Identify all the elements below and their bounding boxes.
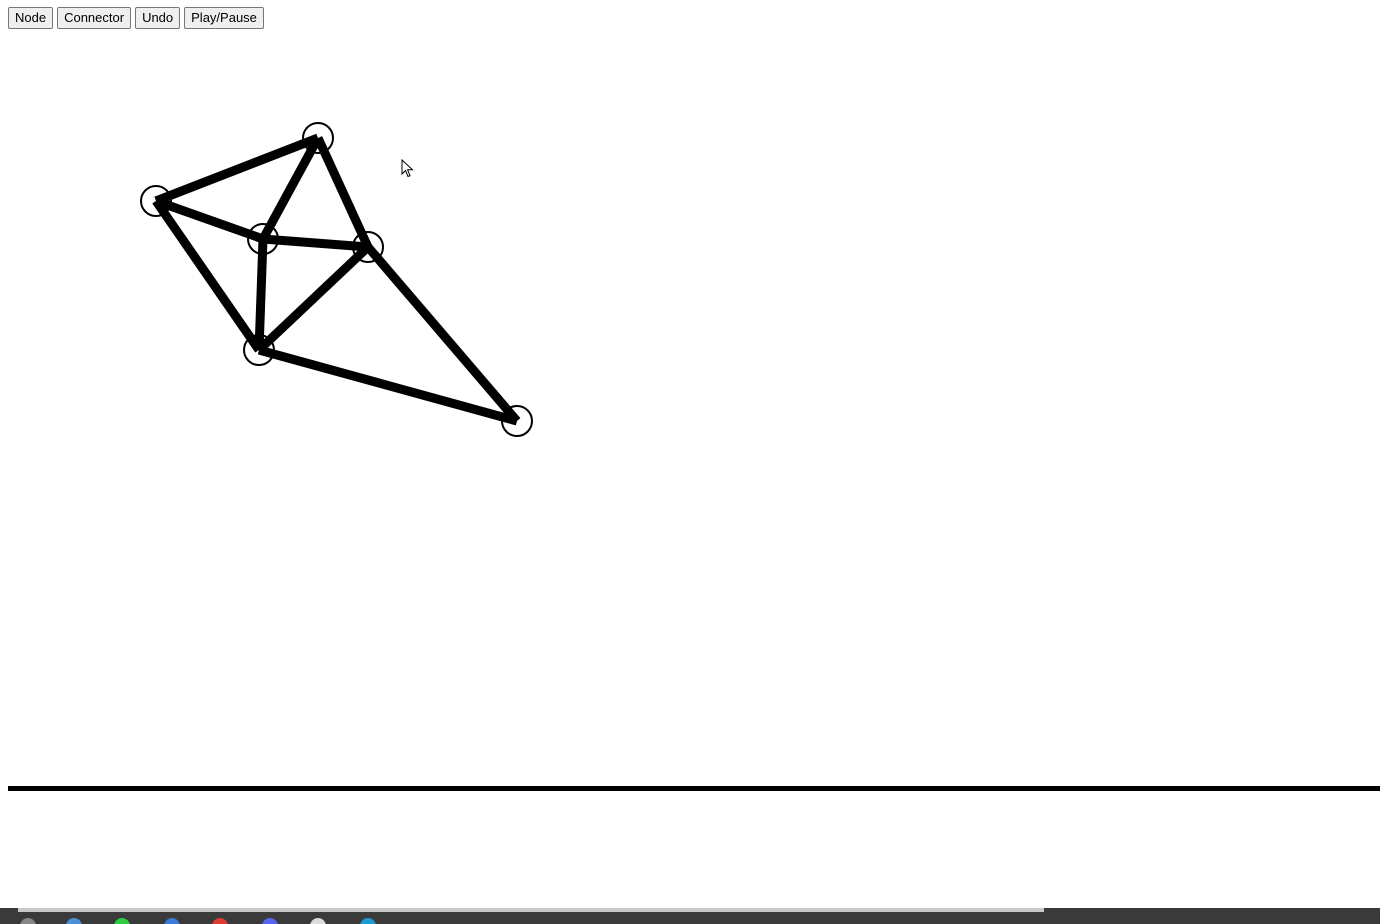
mail-icon[interactable] — [262, 918, 278, 924]
connectors-layer — [152, 133, 521, 426]
connector-n4-n6[interactable] — [364, 244, 521, 424]
mouse-cursor-icon — [401, 159, 414, 178]
app-icon[interactable] — [360, 918, 376, 924]
connector-n5-n6[interactable] — [257, 345, 519, 426]
opera-icon[interactable] — [164, 918, 180, 924]
connector-n4-n5[interactable] — [255, 243, 372, 354]
discord-icon[interactable] — [212, 918, 228, 924]
store-icon[interactable] — [114, 918, 130, 924]
connector-n3-n5[interactable] — [254, 238, 268, 351]
file-explorer-icon[interactable] — [20, 918, 36, 924]
horizontal-scrollbar[interactable] — [18, 908, 1044, 912]
taskbar — [0, 908, 1380, 924]
edge-icon[interactable] — [310, 918, 326, 924]
connector-n2-n4[interactable] — [313, 136, 373, 249]
ground-line — [8, 786, 1380, 791]
chrome-icon[interactable] — [66, 918, 82, 924]
